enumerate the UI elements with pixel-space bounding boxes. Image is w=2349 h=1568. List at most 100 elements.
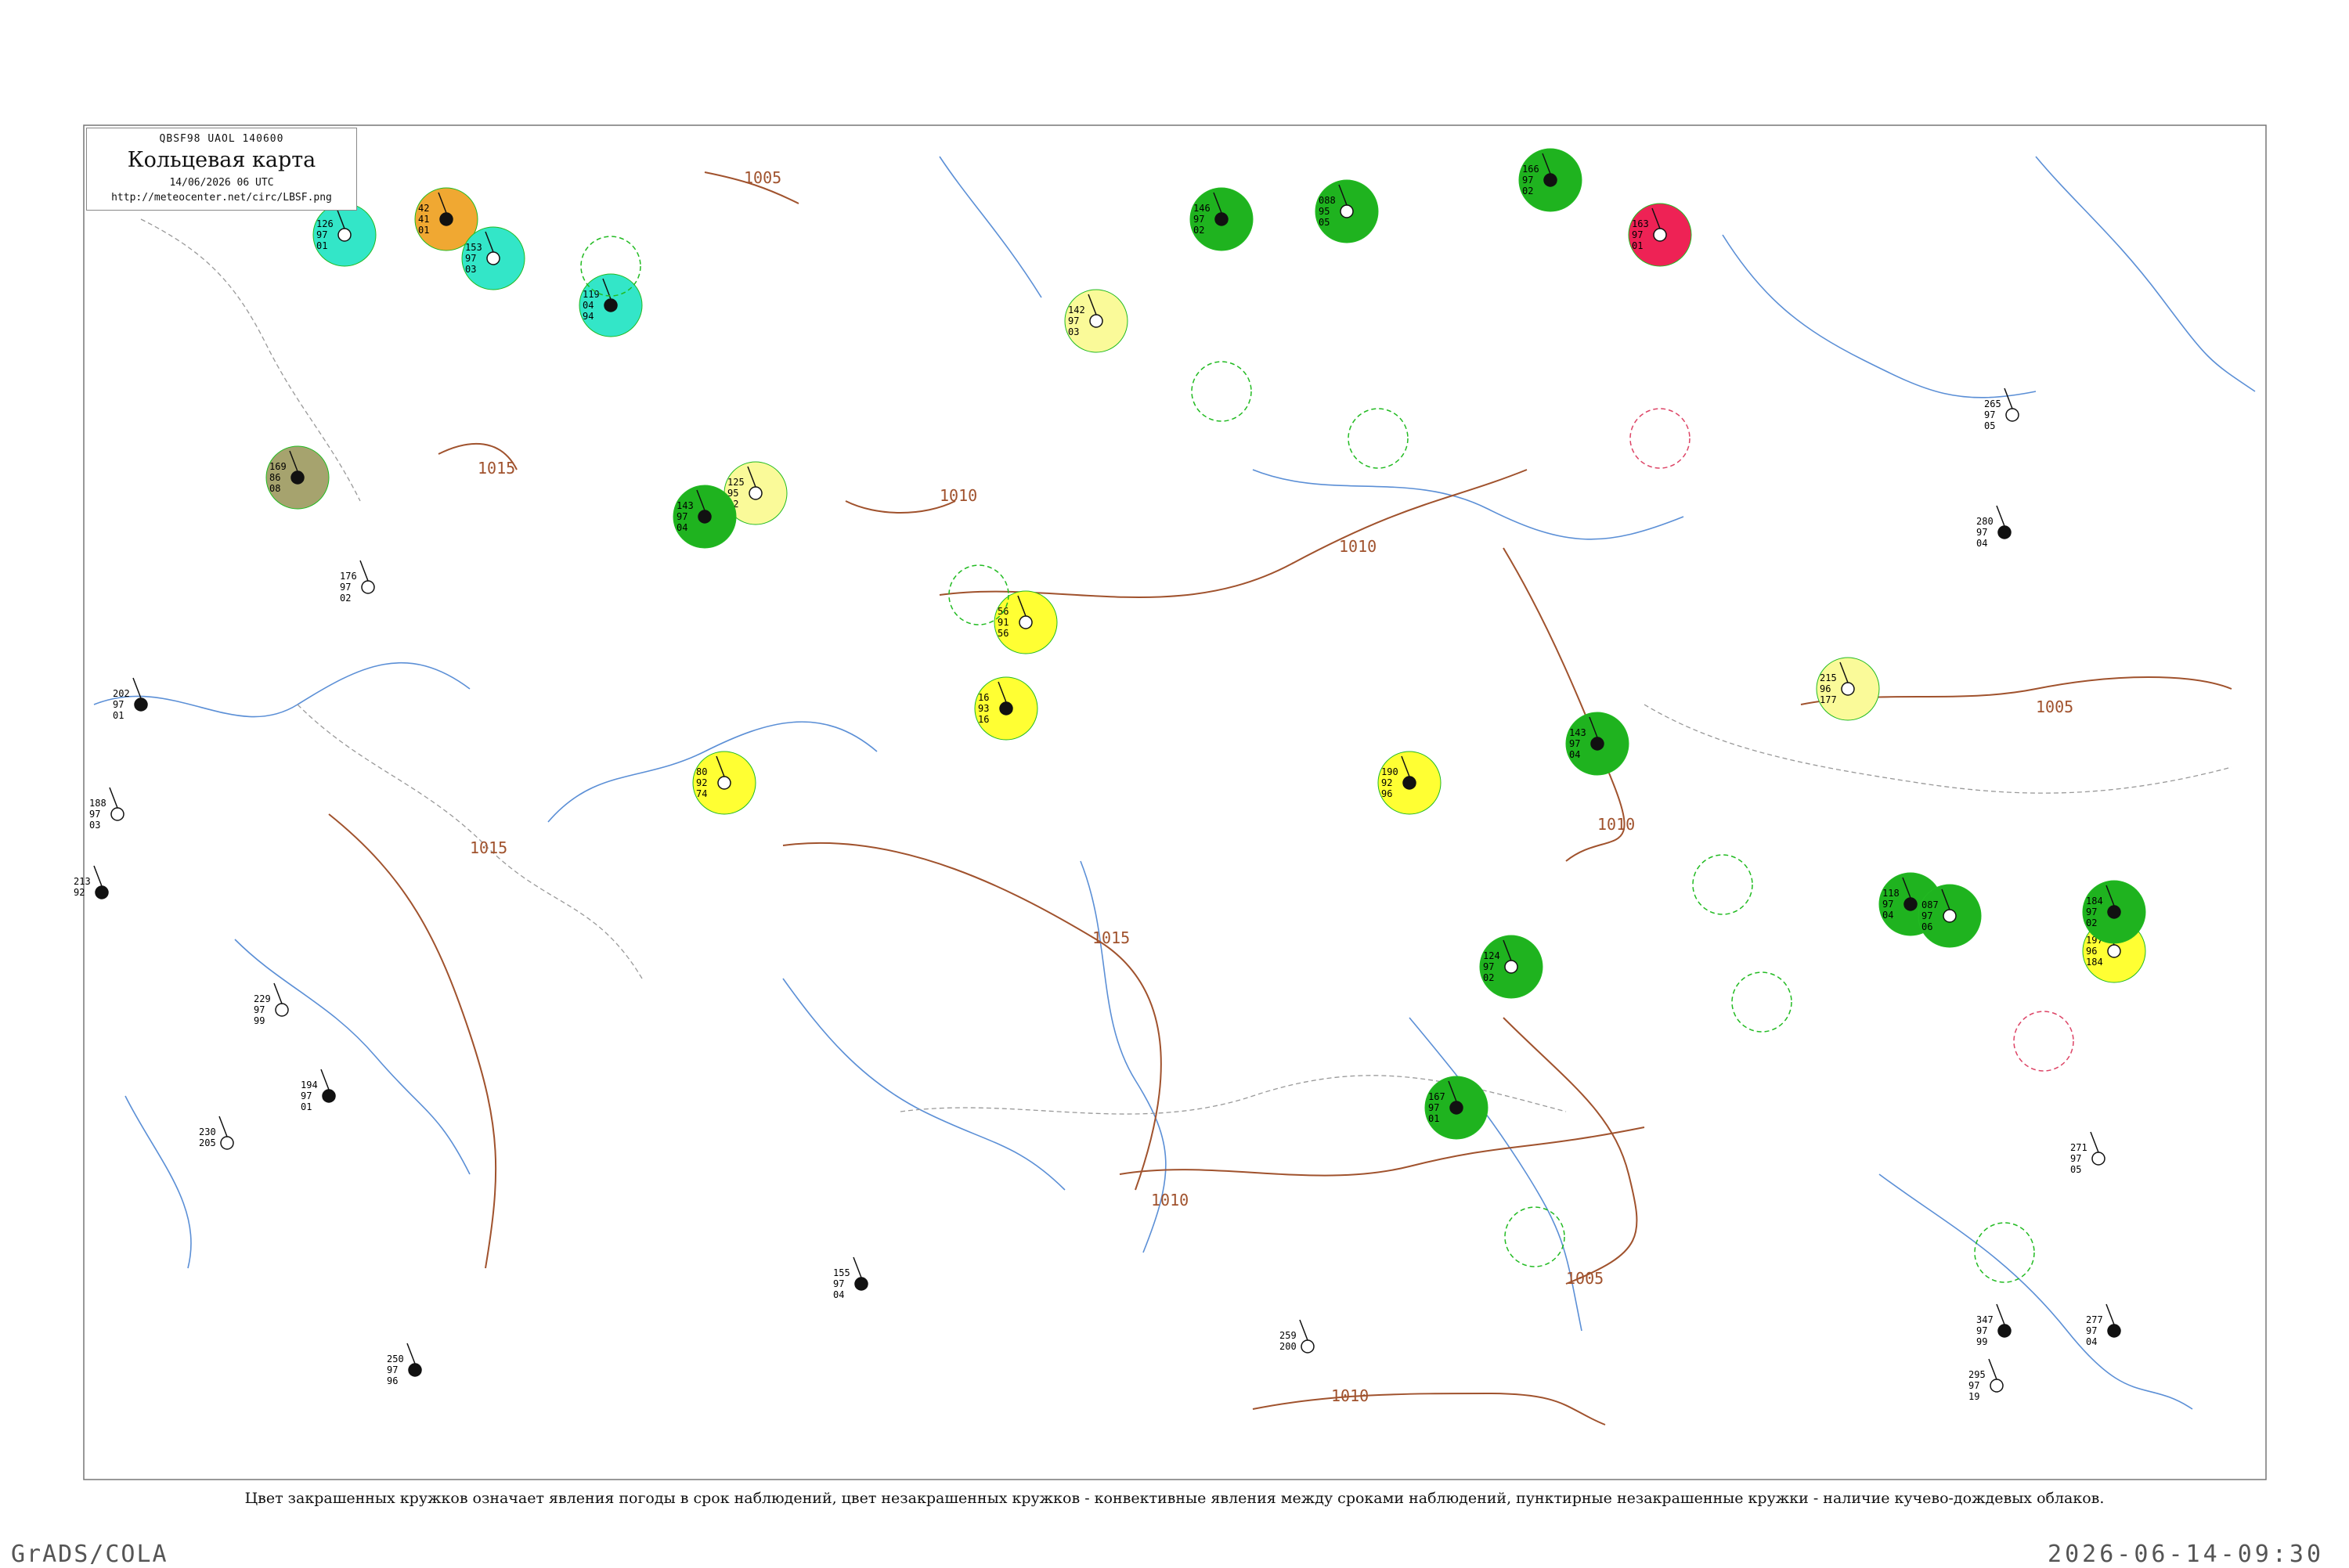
- temperature-value: 92: [74, 887, 85, 898]
- dewpoint-value: 05: [1984, 420, 1995, 431]
- station-model: 1679701: [1424, 1076, 1488, 1140]
- station-model: 1190494: [579, 273, 643, 337]
- map-frame: [83, 124, 2267, 1480]
- temperature-value: 96: [2086, 946, 2097, 957]
- cloud-cover-symbol: [408, 1363, 422, 1377]
- temperature-value: 97: [301, 1090, 312, 1101]
- temperature-value: 96: [1820, 683, 1831, 694]
- wind-barb: [218, 1116, 228, 1137]
- wind-barb: [273, 982, 283, 1004]
- wind-barb: [853, 1256, 862, 1278]
- dewpoint-value: 94: [583, 311, 594, 322]
- cloud-cover-symbol: [1543, 173, 1557, 187]
- pressure-value: 167: [1428, 1091, 1445, 1102]
- cumulonimbus-ring: [1692, 854, 1753, 915]
- isobar-label: 1010: [1151, 1191, 1189, 1209]
- dewpoint-value: 02: [1193, 225, 1204, 236]
- cloud-cover-symbol: [95, 885, 109, 899]
- station-model: 2779704: [2086, 1303, 2121, 1347]
- dewpoint-value: 56: [998, 628, 1009, 639]
- cloud-cover-symbol: [1340, 204, 1354, 218]
- pressure-value: 265: [1984, 398, 2001, 409]
- cloud-cover-symbol: [134, 697, 148, 712]
- dewpoint-value: 03: [465, 264, 476, 275]
- isobar-label: 1010: [1597, 815, 1635, 834]
- dewpoint-value: 96: [1381, 788, 1392, 799]
- source-url[interactable]: http://meteocenter.net/circ/LBSF.png: [87, 192, 356, 204]
- cloud-cover-symbol: [1590, 737, 1604, 751]
- station-model: 1698608: [265, 445, 330, 510]
- station-model: 2509796: [387, 1343, 422, 1386]
- pressure-value: 277: [2086, 1314, 2103, 1325]
- river: [1252, 469, 1684, 540]
- dewpoint-value: 99: [254, 1015, 265, 1026]
- pressure-value: 42: [418, 203, 429, 214]
- pressure-value: 166: [1522, 164, 1539, 175]
- cloud-cover-symbol: [1402, 776, 1416, 790]
- cloud-cover-symbol: [1449, 1101, 1463, 1115]
- temperature-value: 97: [254, 1004, 265, 1015]
- bulletin-id: QBSF98 UAOL 140600: [159, 133, 284, 145]
- isobar-line: [1252, 1392, 1606, 1426]
- temperature-value: 97: [1428, 1102, 1439, 1113]
- isobar-line: [1119, 1126, 1645, 1177]
- station-model: 1439704: [673, 485, 737, 549]
- temperature-value: 97: [833, 1278, 844, 1289]
- temperature-value: 97: [387, 1364, 398, 1375]
- dewpoint-value: 05: [2070, 1164, 2081, 1175]
- cloud-cover-symbol: [854, 1277, 868, 1291]
- cloud-cover-symbol: [1841, 682, 1855, 696]
- dewpoint-value: 01: [316, 240, 327, 251]
- pressure-value: 80: [696, 766, 707, 777]
- station-model: 0879706: [1918, 884, 1982, 948]
- temperature-value: 97: [340, 582, 351, 593]
- temperature-value: 97: [89, 809, 100, 820]
- pressure-value: 347: [1976, 1314, 1994, 1325]
- temperature-value: 92: [1381, 777, 1392, 788]
- stations-layer: 1269701424101153970311904941429703146970…: [74, 148, 2146, 1402]
- cloud-cover-symbol: [486, 251, 500, 265]
- dewpoint-value: 04: [677, 522, 687, 533]
- temperature-value: 97: [1632, 229, 1643, 240]
- station-model: 21392: [74, 865, 109, 899]
- river: [93, 661, 471, 718]
- station-model: 1639701: [1628, 203, 1692, 267]
- river: [234, 939, 471, 1175]
- wind-barb: [2090, 1131, 2099, 1153]
- isobar-line: [328, 813, 497, 1269]
- geography-layer: [93, 156, 2256, 1410]
- cloud-cover-symbol: [322, 1089, 336, 1103]
- temperature-value: 97: [2086, 1325, 2097, 1336]
- cloud-cover-symbol: [2107, 1324, 2121, 1338]
- dewpoint-value: 74: [696, 788, 707, 799]
- isobar-line: [1503, 547, 1626, 862]
- pressure-value: 259: [1279, 1330, 1297, 1341]
- isobars-layer: 1015 1015 1010 1010 1005 1010 1010 1005 1010 1015…: [328, 168, 2232, 1426]
- cloud-cover-symbol: [749, 486, 763, 500]
- station-model: 2299799: [254, 982, 289, 1026]
- dewpoint-value: 177: [1820, 694, 1837, 705]
- temperature-value: 41: [418, 214, 429, 225]
- station-model: 1949701: [301, 1069, 336, 1112]
- station-model: 2719705: [2070, 1131, 2105, 1175]
- station-model: 2809704: [1976, 505, 2012, 549]
- isobar-line: [782, 842, 1162, 1191]
- dewpoint-value: 99: [1976, 1336, 1987, 1347]
- isobar-label: 1010: [1331, 1386, 1369, 1405]
- dewpoint-value: 03: [1068, 326, 1079, 337]
- dewpoint-value: 02: [340, 593, 351, 604]
- cloud-cover-symbol: [361, 580, 375, 594]
- pressure-value: 190: [1381, 766, 1398, 777]
- station-model: 1909296: [1377, 751, 1442, 815]
- cumulonimbus-ring: [1974, 1222, 2035, 1283]
- wind-barb: [132, 677, 142, 699]
- cloud-cover-symbol: [1504, 960, 1518, 974]
- pressure-value: 146: [1193, 203, 1211, 214]
- pressure-value: 118: [1882, 888, 1900, 899]
- cloud-cover-symbol: [1997, 1324, 2012, 1338]
- isobar-line: [845, 500, 956, 514]
- pressure-value: 153: [465, 242, 482, 253]
- pressure-value: 230: [199, 1126, 216, 1137]
- dewpoint-value: 05: [1319, 217, 1330, 228]
- cloud-cover-symbol: [1089, 314, 1103, 328]
